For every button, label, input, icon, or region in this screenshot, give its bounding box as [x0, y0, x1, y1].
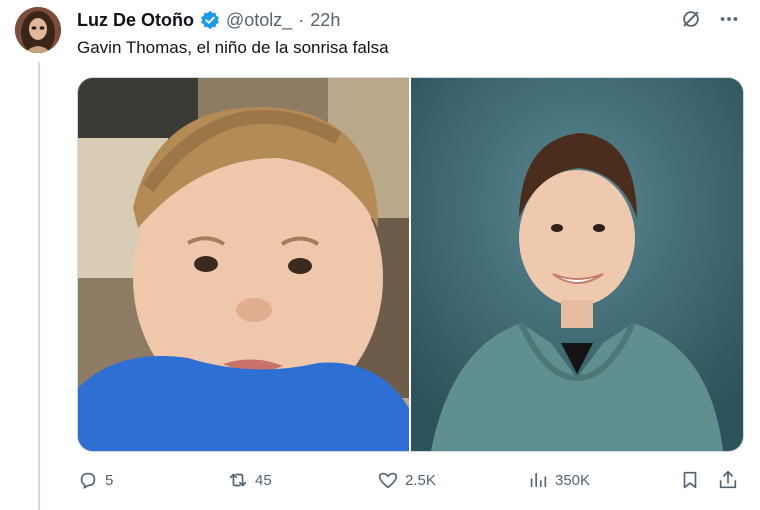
avatar[interactable] [15, 7, 61, 53]
photo-toddler-frown[interactable] [78, 78, 409, 451]
repost-count: 45 [255, 471, 272, 489]
post-header: Luz De Otoño @otolz_ · 22h [77, 7, 340, 33]
action-bar: 5 45 2.5K 350K [77, 465, 742, 495]
reply-count: 5 [105, 471, 114, 489]
more-icon[interactable] [718, 8, 740, 30]
analytics-icon [530, 472, 547, 488]
bookmark-icon [683, 471, 697, 489]
repost-icon [229, 473, 247, 487]
like-button[interactable]: 2.5K [377, 469, 436, 491]
author-handle[interactable]: @otolz_ [226, 10, 292, 31]
post-text: Gavin Thomas, el niño de la sonrisa fals… [77, 38, 389, 57]
author-name[interactable]: Luz De Otoño [77, 10, 194, 31]
views-count: 350K [555, 471, 591, 489]
share-button[interactable] [717, 469, 739, 491]
views-button[interactable]: 350K [527, 469, 590, 491]
like-count: 2.5K [405, 471, 436, 489]
share-icon [719, 470, 737, 489]
grok-icon[interactable] [680, 8, 702, 30]
photo-boy-school-portrait[interactable] [411, 78, 743, 451]
top-right-icons [680, 8, 740, 30]
reply-button[interactable]: 5 [77, 469, 113, 491]
separator-dot: · [298, 9, 305, 30]
repost-button[interactable]: 45 [227, 469, 272, 491]
post-time[interactable]: 22h [310, 10, 340, 31]
reply-icon [80, 472, 96, 489]
media-grid [77, 77, 744, 452]
verified-badge-icon [200, 10, 220, 30]
bookmark-button[interactable] [679, 469, 701, 491]
thread-line [38, 62, 40, 510]
heart-icon [378, 472, 398, 489]
